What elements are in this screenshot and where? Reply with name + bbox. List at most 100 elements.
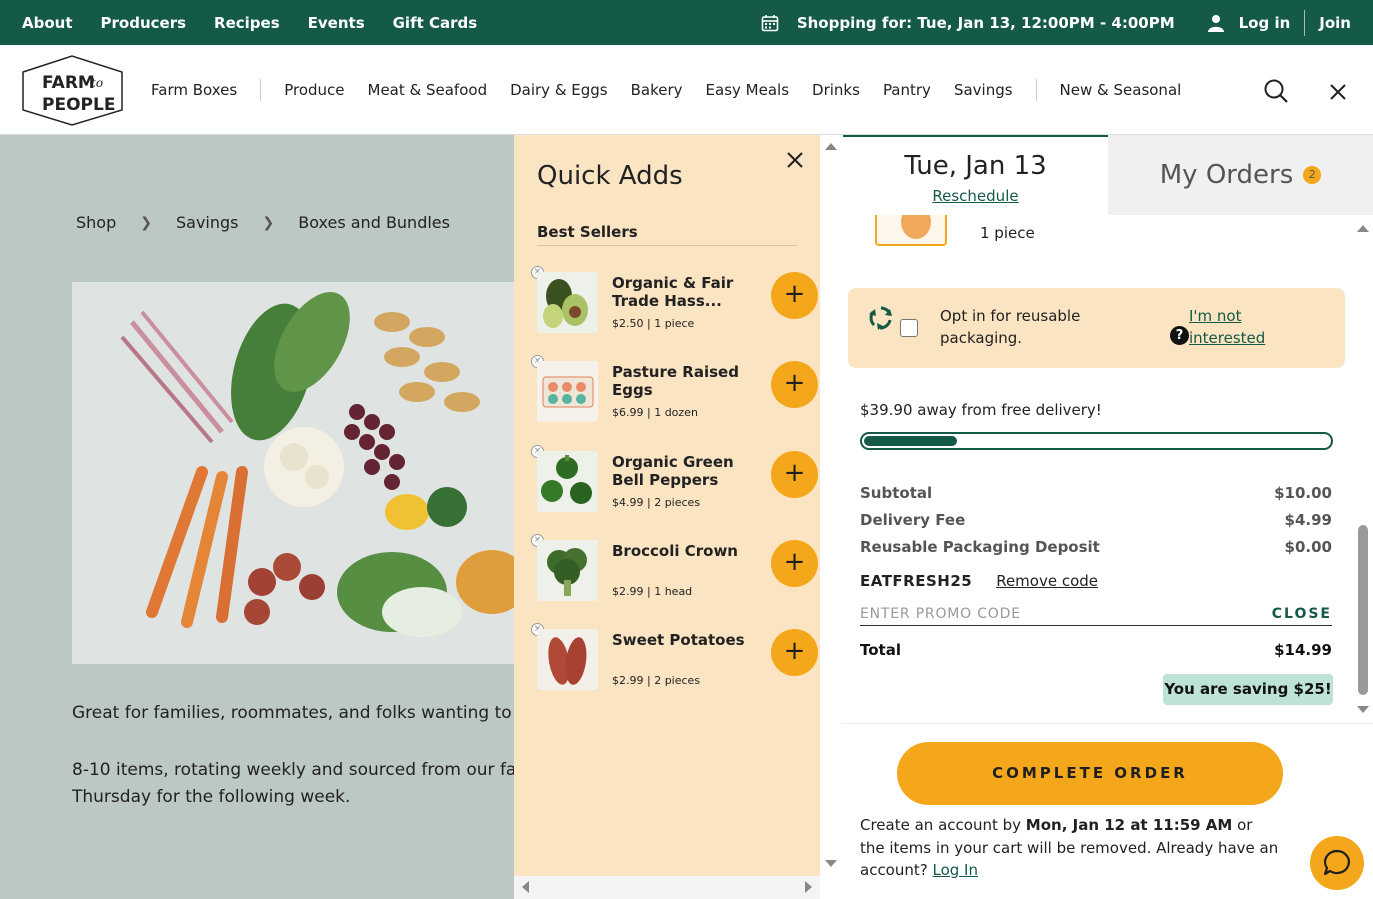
divider	[1304, 9, 1306, 36]
quick-add-item: × Sweet Potatoes $2.99 | 2 pieces +	[514, 623, 820, 712]
product-description: Great for families, roommates, and folks…	[72, 703, 514, 723]
nav-drinks[interactable]: Drinks	[812, 81, 860, 99]
farm-to-people-logo[interactable]: FARM to PEOPLE	[21, 54, 124, 127]
calendar-icon[interactable]	[761, 14, 779, 32]
search-icon[interactable]	[1263, 78, 1289, 104]
main-nav: FARM to PEOPLE Farm Boxes Produce Meat &…	[0, 45, 1373, 135]
add-to-cart-button[interactable]: +	[771, 451, 818, 498]
delivery-fee-label: Delivery Fee	[860, 511, 966, 529]
quick-add-item: × Pasture Raised Eggs $6.99 | 1 dozen +	[514, 355, 820, 444]
chevron-right-icon: ❯	[262, 214, 275, 231]
quick-add-item-price: $4.99 | 2 pieces	[612, 496, 701, 509]
reschedule-link[interactable]: Reschedule	[843, 187, 1108, 205]
user-icon[interactable]	[1207, 14, 1225, 32]
breadcrumb: Shop ❯ Savings ❯ Boxes and Bundles	[76, 213, 450, 232]
producers-link[interactable]: Producers	[101, 14, 187, 32]
free-delivery-progress-bar	[860, 432, 1333, 450]
scroll-up-icon[interactable]	[825, 143, 837, 150]
promo-close-button[interactable]: CLOSE	[1272, 606, 1332, 622]
nav-bakery[interactable]: Bakery	[631, 81, 683, 99]
subtotal-label: Subtotal	[860, 484, 933, 502]
breadcrumb-shop[interactable]: Shop	[76, 213, 116, 232]
price: $6.99	[612, 406, 644, 419]
shopping-for-link[interactable]: Shopping for: Tue, Jan 13, 12:00PM - 4:0…	[797, 14, 1175, 32]
breadcrumb-savings[interactable]: Savings	[176, 213, 239, 232]
scroll-up-icon[interactable]	[1357, 225, 1369, 232]
nav-new-seasonal[interactable]: New & Seasonal	[1060, 81, 1182, 99]
product-details-line-2: Thursday for the following week.	[72, 787, 351, 807]
complete-order-button[interactable]: COMPLETE ORDER	[897, 742, 1283, 805]
product-details-line-1: 8-10 items, rotating weekly and sourced …	[72, 760, 514, 780]
recipes-link[interactable]: Recipes	[214, 14, 280, 32]
login-link[interactable]: Log in	[1239, 14, 1291, 32]
scroll-down-icon[interactable]	[1357, 706, 1369, 713]
nav-meat-seafood[interactable]: Meat & Seafood	[368, 81, 488, 99]
orders-count-badge: 2	[1303, 166, 1322, 184]
horizontal-scrollbar[interactable]	[514, 876, 820, 899]
quick-add-item-name[interactable]: Sweet Potatoes	[612, 631, 762, 649]
nav-dairy-eggs[interactable]: Dairy & Eggs	[510, 81, 608, 99]
free-delivery-text: $39.90 away from free delivery!	[860, 401, 1102, 419]
top-links: About Producers Recipes Events Gift Card…	[22, 0, 477, 45]
cart-scrollbar[interactable]	[1356, 225, 1370, 715]
quick-adds-panel: Quick Adds Best Sellers × Organic & Fair…	[514, 135, 820, 899]
add-to-cart-button[interactable]: +	[771, 272, 818, 319]
quick-add-item-name[interactable]: Organic Green Bell Peppers	[612, 453, 762, 489]
reusable-packaging-box: Opt in for reusable packaging. ? I'm not…	[848, 288, 1345, 368]
breadcrumb-current: Boxes and Bundles	[298, 213, 450, 232]
price: $4.99	[612, 496, 644, 509]
eggs-image	[537, 361, 598, 422]
account-notice: Create an account by Mon, Jan 12 at 11:5…	[860, 814, 1280, 882]
login-link[interactable]: Log In	[933, 861, 979, 879]
add-to-cart-button[interactable]: +	[771, 361, 818, 408]
add-to-cart-button[interactable]: +	[771, 540, 818, 587]
nav-produce[interactable]: Produce	[284, 81, 344, 99]
nav-divider	[260, 79, 262, 101]
events-link[interactable]: Events	[308, 14, 365, 32]
promo-placeholder[interactable]: ENTER PROMO CODE	[860, 606, 1021, 622]
close-icon[interactable]	[1327, 81, 1349, 103]
add-to-cart-button[interactable]: +	[771, 629, 818, 676]
subtotal-value: $10.00	[1274, 484, 1332, 502]
about-link[interactable]: About	[22, 14, 73, 32]
logo-text-people: PEOPLE	[42, 95, 115, 115]
promo-code: EATFRESH25	[860, 572, 973, 590]
tab-my-orders[interactable]: My Orders 2	[1108, 135, 1373, 215]
join-link[interactable]: Join	[1319, 14, 1351, 32]
close-icon[interactable]	[786, 151, 804, 169]
gift-cards-link[interactable]: Gift Cards	[393, 14, 478, 32]
quick-add-item: × Organic & Fair Trade Hass... $2.50 | 1…	[514, 266, 820, 355]
quick-add-item-name[interactable]: Pasture Raised Eggs	[612, 363, 762, 399]
quick-adds-title: Quick Adds	[537, 161, 683, 191]
my-orders-label: My Orders	[1159, 160, 1294, 190]
nav-savings[interactable]: Savings	[954, 81, 1013, 99]
nav-easy-meals[interactable]: Easy Meals	[706, 81, 789, 99]
price: $2.50	[612, 317, 644, 330]
chat-button[interactable]	[1310, 836, 1364, 890]
delivery-fee-value: $4.99	[1284, 511, 1332, 529]
tab-delivery-date[interactable]: Tue, Jan 13 Reschedule	[843, 135, 1108, 215]
unit: 1 piece	[654, 317, 695, 330]
price: $2.99	[612, 585, 644, 598]
cart-item-thumbnail	[875, 215, 947, 246]
nav-farm-boxes[interactable]: Farm Boxes	[151, 81, 237, 99]
reusable-packaging-checkbox[interactable]	[900, 319, 918, 337]
promo-code-input[interactable]: ENTER PROMO CODE CLOSE	[860, 602, 1332, 626]
quick-add-item-price: $2.50 | 1 piece	[612, 317, 695, 330]
quick-add-item-price: $2.99 | 2 pieces	[612, 674, 701, 687]
scroll-down-icon[interactable]	[825, 860, 837, 867]
category-nav: Farm Boxes Produce Meat & Seafood Dairy …	[151, 45, 1204, 135]
quick-add-item-name[interactable]: Broccoli Crown	[612, 542, 762, 560]
reusable-packaging-label: Opt in for reusable packaging.	[940, 307, 1081, 347]
total-label: Total	[860, 641, 901, 659]
help-icon[interactable]: ?	[1170, 326, 1189, 345]
scroll-right-icon[interactable]	[805, 881, 812, 893]
nav-pantry[interactable]: Pantry	[883, 81, 931, 99]
not-interested-link[interactable]: I'm not interested	[1189, 305, 1289, 349]
scroll-left-icon[interactable]	[522, 881, 529, 893]
scrollbar-thumb[interactable]	[1358, 525, 1368, 695]
product-details: 8-10 items, rotating weekly and sourced …	[72, 757, 514, 811]
quick-add-item-name[interactable]: Organic & Fair Trade Hass...	[612, 274, 762, 310]
remove-code-link[interactable]: Remove code	[996, 572, 1098, 590]
savings-badge: You are saving $25!	[1163, 674, 1333, 705]
